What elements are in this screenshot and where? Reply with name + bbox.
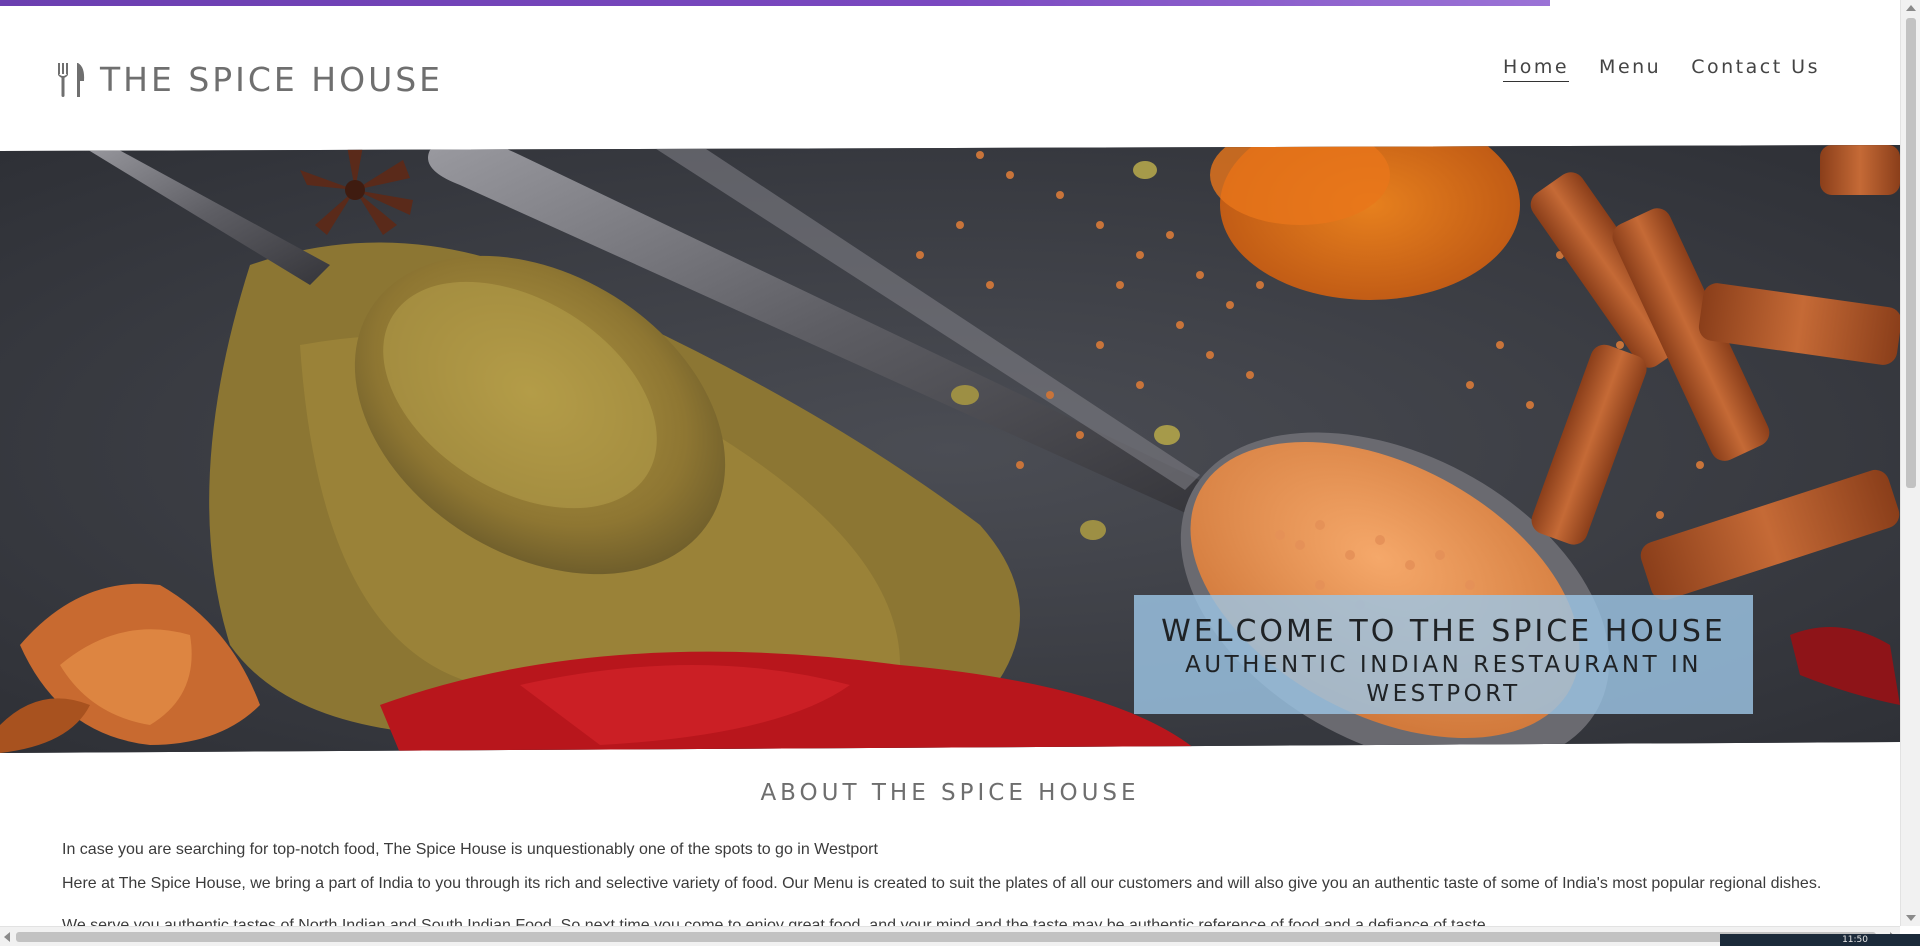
nav-contact-link[interactable]: Contact Us — [1691, 56, 1820, 82]
about-paragraph: Here at The Spice House, we bring a part… — [62, 875, 1822, 892]
fork-knife-icon — [58, 62, 85, 97]
about-paragraph: In case you are searching for top-notch … — [62, 841, 878, 858]
page: THE SPICE HOUSE Home Menu Contact Us WEL… — [0, 0, 1920, 946]
vertical-scroll-thumb[interactable] — [1906, 18, 1916, 488]
about-heading: ABOUT THE SPICE HOUSE — [760, 780, 1140, 806]
site-header: THE SPICE HOUSE Home Menu Contact Us — [0, 6, 1900, 146]
horizontal-scroll-thumb[interactable] — [16, 932, 1876, 942]
site-logo[interactable]: THE SPICE HOUSE — [56, 60, 443, 99]
nav-menu-link[interactable]: Menu — [1599, 56, 1661, 82]
scroll-down-arrow-icon[interactable] — [1906, 915, 1916, 921]
system-clock: 11:50 — [1842, 935, 1868, 945]
welcome-banner: WELCOME TO THE SPICE HOUSE AUTHENTIC IND… — [1134, 595, 1753, 714]
scroll-up-arrow-icon[interactable] — [1906, 5, 1916, 11]
horizontal-scrollbar[interactable] — [0, 926, 1900, 946]
about-paragraph: We serve you authentic tastes of North I… — [62, 917, 1500, 926]
vertical-scrollbar[interactable] — [1900, 0, 1920, 926]
nav-home-link[interactable]: Home — [1502, 56, 1570, 82]
scroll-left-arrow-icon[interactable] — [4, 932, 10, 942]
main-nav: Home Menu Contact Us — [1502, 56, 1820, 82]
welcome-subtitle: AUTHENTIC INDIAN RESTAURANT IN WESTPORT — [1185, 652, 1702, 707]
taskbar: 11:50 — [1720, 934, 1920, 946]
site-logo-text: THE SPICE HOUSE — [100, 60, 444, 99]
welcome-title: WELCOME TO THE SPICE HOUSE — [1161, 614, 1726, 649]
